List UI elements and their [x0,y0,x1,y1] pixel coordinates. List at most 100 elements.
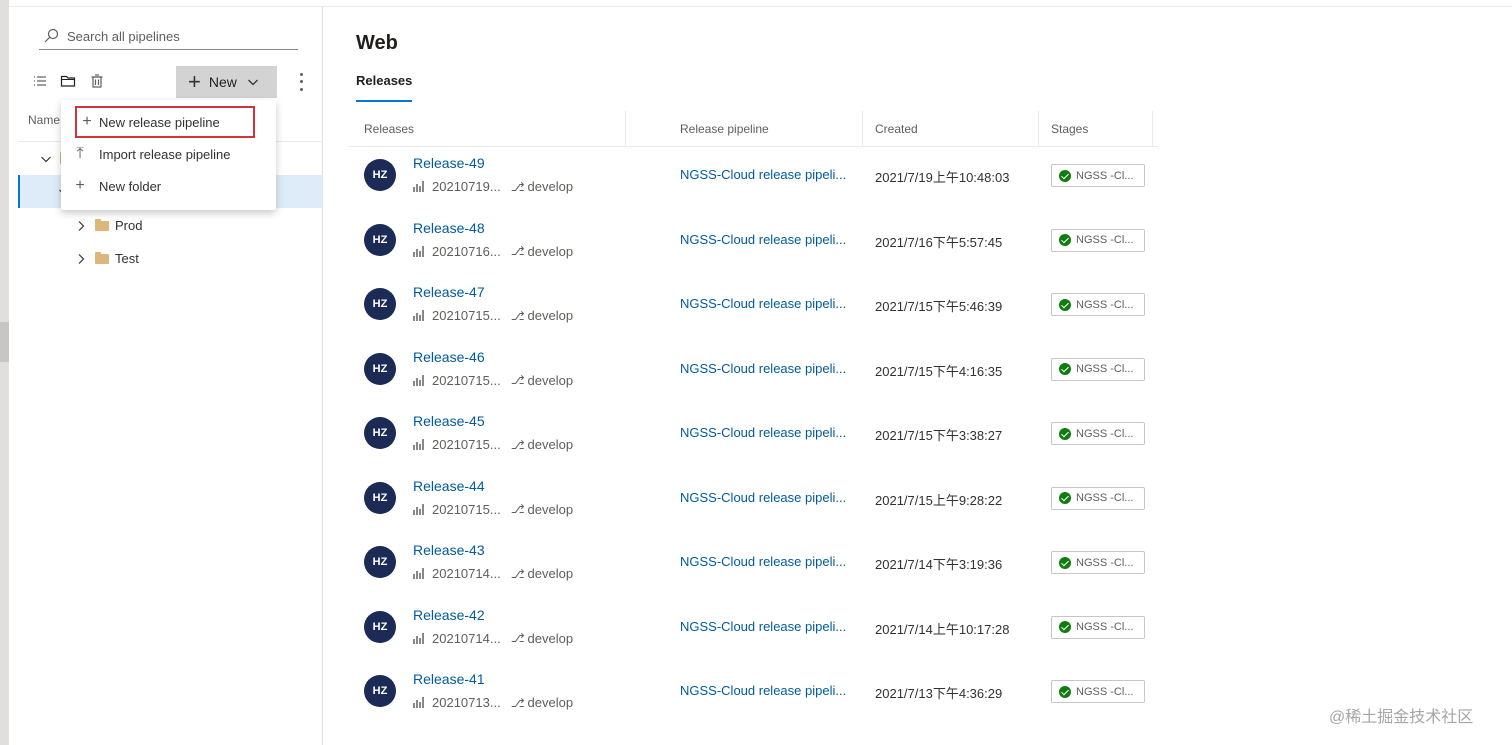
table-row[interactable]: HZ Release-46 20210715... ⎇ develop NGSS-Clou… [348,341,1158,405]
import-icon: ⤒ [76,145,84,162]
success-check-icon [1059,169,1071,182]
avatar: HZ [364,481,396,514]
column-header-stages[interactable]: Stages [1043,111,1153,147]
release-name-link[interactable]: Release-41 [413,671,485,687]
menu-item-label: Import release pipeline [99,146,231,162]
stage-badge[interactable]: NGSS -Cl... [1051,551,1145,574]
avatar: HZ [364,417,396,449]
branch-icon: ⎇ [510,373,525,387]
top-bar [9,0,1512,7]
menu-item-new-folder[interactable]: + New folder [61,170,276,202]
release-name-link[interactable]: Release-45 [413,413,485,429]
release-details: 20210719... ⎇ develop [413,179,573,194]
stage-badge[interactable]: NGSS -Cl... [1051,293,1145,316]
release-details: 20210715... ⎇ develop [413,437,573,452]
release-name-link[interactable]: Release-46 [413,349,485,365]
release-name-link[interactable]: Release-42 [413,607,485,623]
stage-badge[interactable]: NGSS -Cl... [1051,486,1145,510]
branch-icon: ⎇ [510,437,525,452]
stage-badge[interactable]: NGSS -Cl... [1051,615,1145,639]
branch-icon: ⎇ [510,502,525,516]
tree-item-test[interactable]: Test [18,242,323,275]
folder-view-icon[interactable] [60,73,76,89]
search-input[interactable] [67,28,267,44]
branch-name: develop [527,695,574,710]
success-check-icon [1059,234,1071,246]
release-pipeline-link[interactable]: NGSS-Cloud release pipeli... [680,167,846,182]
table-row[interactable]: HZ Release-45 20210715... ⎇ develop NGSS-Clou… [348,405,1158,469]
release-details: 20210713... ⎇ develop [413,695,573,710]
release-pipeline-link[interactable]: NGSS-Cloud release pipeli... [680,490,846,505]
release-pipeline-link[interactable]: NGSS-Cloud release pipeli... [680,425,846,440]
stage-label: NGSS -Cl... [1076,492,1134,504]
new-button-label: New [208,74,237,90]
new-button[interactable]: + New [176,66,277,98]
stage-badge[interactable]: NGSS -Cl... [1051,357,1145,381]
page-scrollbar[interactable] [0,0,9,745]
release-pipeline-link[interactable]: NGSS-Cloud release pipeli... [680,296,846,311]
release-details: 20210715... ⎇ develop [413,502,573,517]
column-header-release-pipeline[interactable]: Release pipeline [672,111,863,147]
build-icon [413,503,425,515]
release-name-link[interactable]: Release-49 [413,155,485,171]
stage-badge[interactable]: NGSS -Cl... [1051,422,1145,445]
release-name-link[interactable]: Release-43 [413,542,485,558]
stage-badge[interactable]: NGSS -Cl... [1051,164,1145,187]
plus-icon: + [75,177,85,194]
branch-icon: ⎇ [510,566,525,581]
list-view-icon[interactable] [32,73,48,89]
release-details: 20210715... ⎇ develop [413,308,573,323]
table-row[interactable]: HZ Release-44 20210715... ⎇ develop NGSS-Clou… [348,470,1158,534]
release-pipeline-link[interactable]: NGSS-Cloud release pipeli... [680,683,846,698]
release-pipeline-link[interactable]: NGSS-Cloud release pipeli... [680,232,846,247]
tree-item-prod[interactable]: Prod [18,209,323,242]
created-date: 2021/7/13下午4:36:29 [875,686,1003,701]
build-icon [413,245,425,257]
trash-icon[interactable] [89,73,105,89]
build-icon [413,632,425,644]
menu-item-new-release-pipeline[interactable]: + New release pipeline [75,106,255,138]
table-row[interactable]: HZ Release-48 20210716... ⎇ develop NGSS-Clou… [348,212,1158,276]
more-actions-icon[interactable] [297,71,305,93]
release-name-link[interactable]: Release-44 [413,478,485,494]
menu-item-import-release-pipeline[interactable]: ⤒ Import release pipeline [61,138,276,170]
release-details: 20210716... ⎇ develop [413,244,573,259]
release-pipeline-link[interactable]: NGSS-Cloud release pipeli... [680,554,846,569]
stage-label: NGSS -Cl... [1076,363,1134,375]
release-pipeline-link[interactable]: NGSS-Cloud release pipeli... [680,361,846,376]
table-row[interactable]: HZ Release-49 20210719... ⎇ develop NGSS-Clou… [348,147,1158,211]
column-header-releases[interactable]: Releases [356,111,626,147]
build-icon [413,568,425,579]
table-row[interactable]: HZ Release-41 20210713... ⎇ develop NGSS-Clou… [348,663,1158,727]
scrollbar-thumb[interactable] [0,322,9,362]
table-row[interactable]: HZ Release-43 20210714... ⎇ develop NGSS-Clou… [348,534,1158,598]
watermark: @稀土掘金技术社区 [1329,709,1474,726]
build-icon [413,697,425,708]
branch-name: develop [527,243,574,259]
main-content: Web Releases Releases Release pipeline C… [324,7,1512,745]
table-row[interactable]: HZ Release-47 20210715... ⎇ develop NGSS-Clou… [348,276,1158,340]
release-name-link[interactable]: Release-47 [413,284,485,300]
avatar: HZ [364,610,396,643]
column-header-created[interactable]: Created [867,111,1039,147]
avatar: HZ [364,223,396,256]
tab-releases[interactable]: Releases [356,73,413,102]
stage-badge[interactable]: NGSS -Cl... [1051,228,1145,252]
chevron-down-icon [41,156,51,162]
release-pipeline-link[interactable]: NGSS-Cloud release pipeli... [680,619,846,634]
chevron-right-icon [78,220,85,231]
created-date: 2021/7/14上午10:17:28 [875,621,1010,637]
table-row[interactable]: HZ Release-42 20210714... ⎇ develop NGSS-Clou… [348,599,1158,663]
stage-label: NGSS -Cl... [1076,621,1134,633]
plus-icon: + [188,69,201,94]
stage-badge[interactable]: NGSS -Cl... [1051,680,1145,703]
branch-name: develop [527,308,574,323]
avatar: HZ [364,159,396,191]
avatar: HZ [364,352,396,385]
branch-icon: ⎇ [510,695,525,710]
stage-label: NGSS -Cl... [1076,685,1134,698]
search-box[interactable] [39,23,298,50]
created-date: 2021/7/16下午5:57:45 [875,234,1003,250]
avatar: HZ [364,546,396,578]
release-name-link[interactable]: Release-48 [413,220,485,236]
